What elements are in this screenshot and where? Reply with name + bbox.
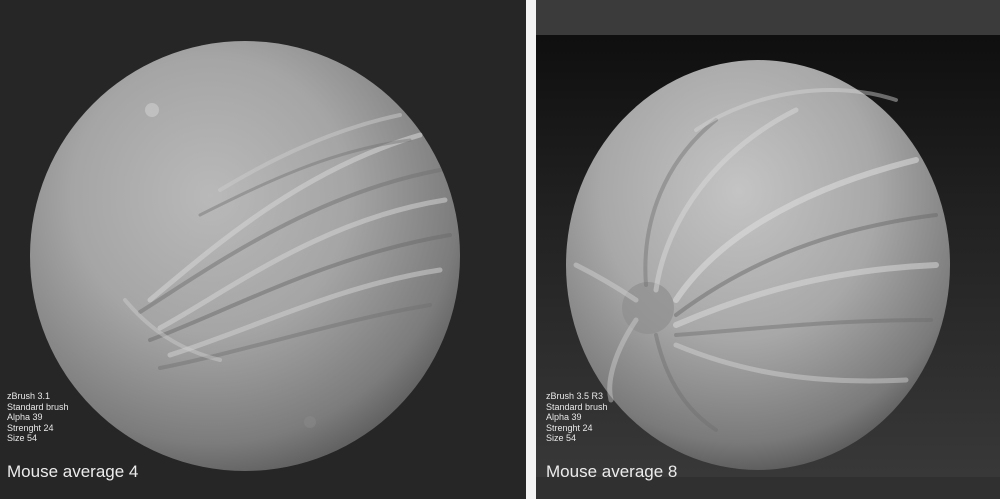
info-line: Alpha 39 [7, 412, 43, 422]
panel-divider [526, 0, 536, 499]
info-line: zBrush 3.5 R3 [546, 391, 604, 401]
info-line: Size 54 [7, 433, 38, 443]
info-line: Strenght 24 [7, 422, 54, 433]
info-line: Strenght 24 [546, 422, 593, 433]
left-caption: Mouse average 4 [7, 462, 139, 481]
right-caption: Mouse average 8 [546, 462, 678, 481]
right-viewport: zBrush 3.5 R3 Standard brush Alpha 39 St… [536, 0, 1000, 499]
right-brush-info: zBrush 3.5 R3 Standard brush Alpha 39 St… [546, 391, 608, 444]
info-line: Standard brush [7, 401, 69, 412]
info-line: Standard brush [546, 401, 608, 412]
left-sculpted-sphere [30, 41, 460, 471]
info-line: Size 54 [546, 433, 577, 443]
info-line: zBrush 3.1 [7, 391, 51, 401]
left-viewport: zBrush 3.1 Standard brush Alpha 39 Stren… [0, 0, 526, 499]
info-line: Alpha 39 [546, 412, 582, 422]
left-brush-info: zBrush 3.1 Standard brush Alpha 39 Stren… [7, 391, 69, 444]
